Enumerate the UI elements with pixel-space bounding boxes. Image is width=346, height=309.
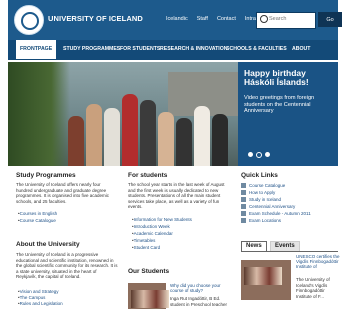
seal-icon	[241, 204, 246, 210]
for-students-text: The school year starts in the last week …	[128, 182, 225, 210]
our-students-headline[interactable]: Why did you choose your course of study?	[170, 283, 234, 293]
main-nav: FRONTPAGE STUDY PROGRAMMES FOR STUDENTS …	[8, 40, 338, 60]
nav-schools-faculties[interactable]: SCHOOLS & FACULTIES	[226, 46, 287, 52]
utility-links: Icelandic Staff Contact Intranet	[166, 16, 264, 22]
location-pin-icon	[241, 218, 246, 224]
link-student-card[interactable]: Student Card	[132, 245, 161, 250]
hero-caption: Happy birthday Háskóli Íslands! Video gr…	[238, 62, 338, 166]
quick-link-exam-locations[interactable]: Exam Locations	[241, 218, 281, 224]
quick-link-course-catalogue[interactable]: Course Catalogue	[241, 183, 285, 189]
quick-link-centennial[interactable]: Centennial Anniversary	[241, 204, 295, 210]
carousel-dot-active[interactable]	[256, 152, 262, 158]
carousel-dots	[248, 152, 270, 158]
quick-link-exam-schedule[interactable]: Exam Schedule - Autumn 2011	[241, 211, 311, 217]
news-text: The University of Iceland's Vigdís Finnb…	[296, 277, 330, 299]
tab-events[interactable]: Events	[270, 241, 300, 251]
carousel-dot[interactable]	[248, 152, 253, 157]
calendar-icon	[241, 211, 246, 217]
our-students-title[interactable]: Our Students	[128, 268, 169, 275]
tab-news[interactable]: News	[241, 241, 267, 251]
about-title[interactable]: About the University	[16, 241, 80, 248]
nav-research-innovation[interactable]: RESEARCH & INNOVATION	[160, 46, 228, 52]
news-headline[interactable]: UNESCO certifies the Vigdís Finnbogadótt…	[296, 254, 340, 269]
document-icon	[241, 190, 246, 196]
nav-about[interactable]: ABOUT	[292, 46, 310, 52]
hero-title[interactable]: Happy birthday Háskóli Íslands!	[244, 69, 332, 87]
link-course-catalogue[interactable]: Course Catalogue	[18, 218, 56, 223]
utility-link-icelandic[interactable]: Icelandic	[166, 16, 188, 22]
link-timetables[interactable]: Timetables	[132, 238, 156, 243]
study-programmes-text: The University of Iceland offers nearly …	[16, 182, 110, 204]
our-students-text: Inga Rut Ingadóttir, B Ed. student in Pr…	[170, 296, 228, 307]
go-button[interactable]: Go	[318, 12, 342, 27]
for-students-title[interactable]: For students	[128, 172, 167, 179]
news-events-tabs: News Events	[241, 241, 338, 252]
book-icon	[241, 183, 246, 189]
quick-links-title: Quick Links	[241, 172, 278, 179]
nav-for-students[interactable]: FOR STUDENTS	[120, 46, 160, 52]
link-academic-calendar[interactable]: Academic Calendar	[132, 231, 173, 236]
nav-frontpage[interactable]: FRONTPAGE	[16, 40, 57, 59]
university-seal-logo[interactable]	[14, 5, 44, 35]
link-rules-legislation[interactable]: Rules and Legislation	[18, 301, 63, 306]
search-box[interactable]	[256, 12, 316, 29]
quick-link-how-to-apply[interactable]: How to Apply	[241, 190, 275, 196]
link-campus[interactable]: The Campus	[18, 295, 46, 300]
utility-link-staff[interactable]: Staff	[197, 16, 208, 22]
utility-link-contact[interactable]: Contact	[217, 16, 236, 22]
search-input[interactable]	[269, 14, 313, 24]
link-vision-strategy[interactable]: Vision and Strategy	[18, 289, 59, 294]
link-new-students[interactable]: Information for New Students	[132, 217, 192, 222]
link-courses-in-english[interactable]: Courses in English	[18, 211, 58, 216]
carousel-dot[interactable]	[265, 152, 270, 157]
about-text: The University of Iceland is a progressi…	[16, 252, 118, 280]
news-photo[interactable]	[241, 260, 291, 300]
student-photo[interactable]	[128, 283, 169, 309]
hero-carousel[interactable]: Happy birthday Háskóli Íslands! Video gr…	[8, 62, 338, 166]
link-introduction-week[interactable]: Introduction Week	[132, 224, 170, 229]
study-programmes-title[interactable]: Study Programmes	[16, 172, 76, 179]
brand-title[interactable]: UNIVERSITY OF ICELAND	[48, 14, 143, 23]
search-icon	[260, 15, 268, 23]
hero-description: Video greetings from foreign students on…	[244, 95, 315, 114]
hero-photo	[8, 62, 238, 166]
header-bar: UNIVERSITY OF ICELAND Icelandic Staff Co…	[8, 0, 342, 40]
pencil-icon	[241, 197, 246, 203]
quick-link-study-in-iceland[interactable]: Study in Iceland	[241, 197, 281, 203]
nav-study-programmes[interactable]: STUDY PROGRAMMES	[63, 46, 120, 52]
